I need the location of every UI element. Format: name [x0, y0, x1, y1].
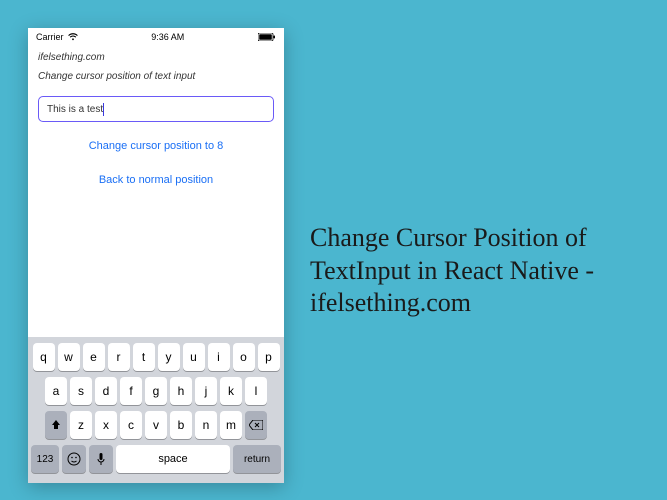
key-n[interactable]: n: [195, 411, 217, 439]
keyboard: q w e r t y u i o p a s d f g h j k l z: [28, 337, 284, 483]
keyboard-row-4: 123 space return: [31, 445, 281, 473]
key-q[interactable]: q: [33, 343, 55, 371]
key-k[interactable]: k: [220, 377, 242, 405]
key-x[interactable]: x: [95, 411, 117, 439]
reset-cursor-button[interactable]: Back to normal position: [38, 174, 274, 186]
key-b[interactable]: b: [170, 411, 192, 439]
key-i[interactable]: i: [208, 343, 230, 371]
key-w[interactable]: w: [58, 343, 80, 371]
key-j[interactable]: j: [195, 377, 217, 405]
key-s[interactable]: s: [70, 377, 92, 405]
keyboard-row-2: a s d f g h j k l: [31, 377, 281, 405]
text-cursor: [103, 103, 104, 116]
keyboard-row-1: q w e r t y u i o p: [31, 343, 281, 371]
key-f[interactable]: f: [120, 377, 142, 405]
key-emoji[interactable]: [62, 445, 86, 473]
description-label: Change cursor position of text input: [38, 71, 274, 82]
key-backspace[interactable]: [245, 411, 267, 439]
key-return[interactable]: return: [233, 445, 281, 473]
clock-label: 9:36 AM: [151, 32, 184, 42]
keyboard-row-3: z x c v b n m: [31, 411, 281, 439]
key-u[interactable]: u: [183, 343, 205, 371]
key-c[interactable]: c: [120, 411, 142, 439]
key-numbers[interactable]: 123: [31, 445, 59, 473]
site-label: ifelsething.com: [38, 52, 274, 63]
page-caption: Change Cursor Position of TextInput in R…: [310, 222, 650, 320]
status-right: [258, 33, 276, 41]
key-a[interactable]: a: [45, 377, 67, 405]
key-space[interactable]: space: [116, 445, 230, 473]
key-d[interactable]: d: [95, 377, 117, 405]
key-v[interactable]: v: [145, 411, 167, 439]
carrier-label: Carrier: [36, 32, 64, 42]
key-g[interactable]: g: [145, 377, 167, 405]
key-h[interactable]: h: [170, 377, 192, 405]
key-l[interactable]: l: [245, 377, 267, 405]
key-r[interactable]: r: [108, 343, 130, 371]
key-e[interactable]: e: [83, 343, 105, 371]
key-m[interactable]: m: [220, 411, 242, 439]
battery-icon: [258, 33, 276, 41]
text-input-value: This is a test: [47, 104, 103, 115]
key-o[interactable]: o: [233, 343, 255, 371]
phone-frame: Carrier 9:36 AM ifelsething.com Change c…: [28, 28, 284, 483]
key-mic[interactable]: [89, 445, 113, 473]
app-content: ifelsething.com Change cursor position o…: [28, 46, 284, 337]
text-input[interactable]: This is a test: [38, 96, 274, 122]
wifi-icon: [68, 33, 78, 41]
key-y[interactable]: y: [158, 343, 180, 371]
status-bar: Carrier 9:36 AM: [28, 28, 284, 46]
key-p[interactable]: p: [258, 343, 280, 371]
key-z[interactable]: z: [70, 411, 92, 439]
change-cursor-button[interactable]: Change cursor position to 8: [38, 140, 274, 152]
key-shift[interactable]: [45, 411, 67, 439]
status-left: Carrier: [36, 32, 78, 42]
key-t[interactable]: t: [133, 343, 155, 371]
